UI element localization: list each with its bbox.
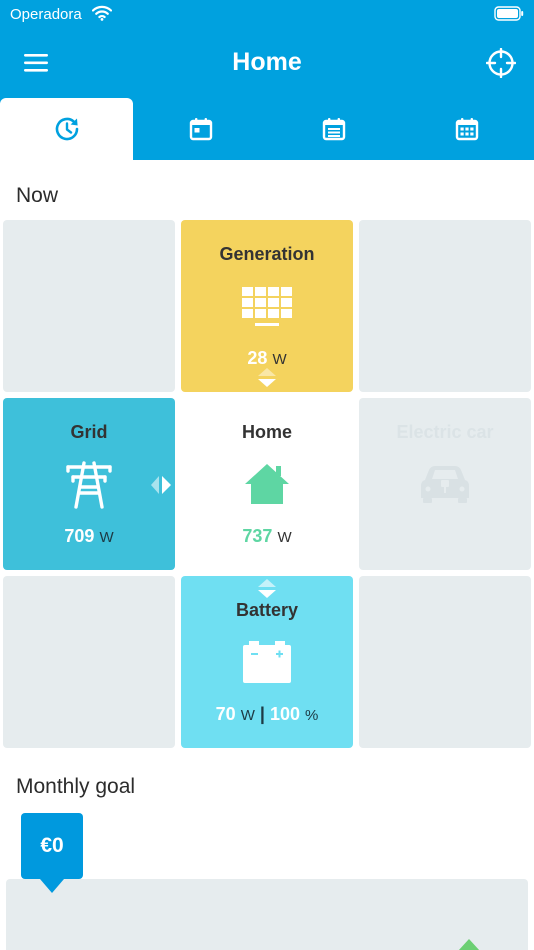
grid-value: 709 W	[3, 526, 175, 547]
battery-charge-unit: %	[305, 707, 319, 724]
home-value: 737 W	[181, 526, 353, 547]
tab-now[interactable]	[0, 98, 133, 160]
grid-unit: W	[99, 529, 114, 546]
calendar-list-icon	[322, 118, 345, 141]
monthly-goal-title: Monthly goal	[16, 775, 136, 798]
flow-right-arrow-icon	[151, 476, 171, 494]
tab-day[interactable]	[134, 98, 267, 160]
empty-tile	[359, 220, 531, 392]
empty-tile	[359, 576, 531, 748]
generation-power: 28	[247, 348, 268, 368]
calendar-day-icon	[189, 118, 212, 141]
grid-tile[interactable]: Grid 709 W	[3, 398, 175, 570]
tab-month[interactable]	[267, 98, 400, 160]
monthly-goal-amount: €0	[21, 813, 83, 893]
flow-down-arrow-icon	[258, 368, 276, 387]
locate-button[interactable]	[485, 47, 517, 79]
battery-power-unit: W	[240, 707, 255, 724]
generation-value: 28 W	[181, 348, 353, 369]
flow-up-arrow-icon	[258, 579, 276, 598]
empty-tile	[3, 576, 175, 748]
now-title: Now	[16, 184, 59, 207]
battery-tile[interactable]: Battery 70 W | 100 %	[181, 576, 353, 748]
electric-car-tile[interactable]: Electric car	[359, 398, 531, 570]
grid-power: 709	[64, 526, 95, 546]
tab-year[interactable]	[400, 98, 533, 160]
generation-unit: W	[272, 351, 287, 368]
solar-panel-icon	[181, 286, 353, 328]
battery-icon	[181, 640, 353, 684]
crosshair-icon	[485, 47, 517, 79]
empty-tile	[3, 220, 175, 392]
battery-power: 70	[215, 704, 236, 724]
house-icon	[181, 462, 353, 506]
generation-label: Generation	[219, 244, 315, 264]
calendar-grid-icon	[455, 118, 478, 141]
home-power: 737	[242, 526, 273, 546]
grid-label: Grid	[70, 422, 108, 442]
power-pylon-icon	[3, 460, 175, 510]
battery-value: 70 W | 100 %	[181, 704, 353, 725]
home-tile[interactable]: Home 737 W	[181, 398, 353, 570]
car-icon	[359, 464, 531, 504]
monthly-goal-bar	[6, 879, 528, 950]
carrier-label: Operadora	[10, 6, 82, 23]
page-title: Home	[232, 48, 302, 76]
battery-charge: 100	[269, 704, 300, 724]
clock-icon	[55, 117, 78, 141]
status-bar: Operadora	[0, 0, 534, 28]
battery-label: Battery	[235, 600, 299, 620]
nav-bar: Home	[0, 28, 534, 98]
battery-status-icon	[494, 6, 524, 26]
home-unit: W	[277, 529, 292, 546]
battery-separator: |	[259, 704, 265, 724]
generation-tile[interactable]: Generation 28 W	[181, 220, 353, 392]
electric-car-label: Electric car	[396, 422, 494, 442]
goal-marker-icon	[458, 939, 480, 950]
home-label: Home	[241, 422, 292, 442]
tab-bar	[0, 98, 534, 160]
wifi-icon	[91, 5, 113, 26]
